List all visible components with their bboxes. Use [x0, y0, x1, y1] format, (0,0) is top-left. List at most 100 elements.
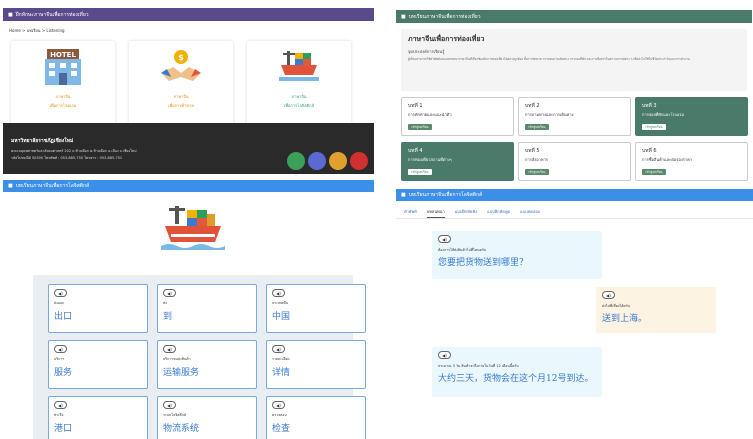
speaker-icon[interactable]: ◀)	[438, 351, 451, 359]
course-subtitle: จุดประสงค์การเรียนรู้	[408, 49, 445, 54]
vocab-card[interactable]: ◀) ตรวจสอบ 检查	[266, 396, 366, 439]
site-header: ■ ฝึกทักษะภาษาจีนเพื่อการท่องเที่ยว	[3, 8, 374, 21]
tab-dialog[interactable]: บทสนทนา	[426, 208, 445, 218]
unit-title: การสั่งอาหาร	[525, 157, 548, 162]
speaker-icon[interactable]: ◀)	[54, 345, 67, 353]
unit-number: บทที่ 4	[408, 148, 423, 154]
dialog-thai: ต้องการให้ส่งสินค้าไปที่ไหนครับ	[438, 248, 486, 252]
enter-lesson-button[interactable]: เข้าสู่บทเรียน	[525, 169, 549, 175]
vocab-thai: รายละเอียด	[272, 357, 290, 361]
enter-lesson-button[interactable]: เข้าสู่บทเรียน	[408, 169, 432, 175]
speaker-icon[interactable]: ◀)	[272, 401, 285, 409]
vocab-chinese: 检查	[272, 424, 291, 434]
unit-card[interactable]: บทที่ 2 การถามทางและการเดินทาง เข้าสู่บท…	[518, 97, 631, 136]
site-title: บทเรียนภาษาจีนเพื่อการโลจิสติกส์	[408, 192, 483, 198]
partner-logo-3	[329, 152, 347, 170]
speaker-icon[interactable]: ◀)	[438, 235, 451, 243]
vocab-card[interactable]: ◀) ระบบโลจิสติกส์ 物流系统	[157, 396, 257, 439]
vocab-card[interactable]: ◀) ท่าเรือ 港口	[48, 396, 148, 439]
vocab-card[interactable]: ◀) บริการขนส่งสินค้า 运输服务	[157, 340, 257, 389]
unit-card[interactable]: บทที่ 5 การสั่งอาหาร เข้าสู่บทเรียน	[518, 142, 631, 181]
speaker-icon[interactable]: ◀)	[163, 401, 176, 409]
card-sublabel: เพื่อการโรงแรม	[49, 103, 77, 108]
hotel-site-panel: ■ ฝึกทักษะภาษาจีนเพื่อการท่องเที่ยว Home…	[3, 8, 374, 174]
cargo-ship-icon	[277, 47, 321, 87]
site-footer: มหาวิทยาลัยราชภัฏเชียงใหม่ คณะมนุษยศาสตร…	[3, 123, 374, 174]
dialog-bubble-left: ◀) ต้องการให้ส่งสินค้าไปที่ไหนครับ 您要把货物…	[432, 231, 602, 279]
partner-logo-1	[287, 152, 305, 170]
vocab-thai: ตรวจสอบ	[272, 413, 287, 417]
vocab-card[interactable]: ◀) บริการ 服务	[48, 340, 148, 389]
tab-speaking[interactable]: แบบฝึกหัดพูด	[487, 208, 510, 218]
speaker-icon[interactable]: ◀)	[54, 401, 67, 409]
dialog-thai: ประมาณ 3 วัน สินค้าจะถึงภายในวันที่ 12 เ…	[438, 364, 519, 368]
vocab-card[interactable]: ◀) ส่งออก 出口	[48, 284, 148, 333]
card-sublabel: เพื่อการค้าขาย	[168, 103, 194, 108]
home-icon: ■	[8, 183, 13, 189]
hotel-icon: HOTEL	[41, 47, 85, 87]
vocab-chinese: 到	[163, 312, 173, 322]
unit-card[interactable]: บทที่ 4 การท่องเที่ยวสถานที่ต่างๆ เข้าสู…	[401, 142, 514, 181]
vocab-card[interactable]: ◀) ประเทศจีน 中国	[266, 284, 366, 333]
tab-quiz[interactable]: แบบทดสอบ	[520, 208, 540, 218]
cargo-ship-icon	[161, 204, 225, 256]
vocab-thai: ระบบโลจิสติกส์	[163, 413, 186, 417]
logistics-vocab-panel: ■ บทเรียนภาษาจีนเพื่อการโลจิสติกส์ ◀) ส่…	[3, 180, 374, 439]
vocab-chinese: 物流系统	[163, 424, 200, 434]
unit-title: การท่องเที่ยวสถานที่ต่างๆ	[408, 157, 452, 162]
course-title: ภาษาจีนเพื่อการท่องเที่ยว	[408, 35, 485, 43]
card-label: ภาษาจีน	[291, 94, 307, 99]
course-description: ผู้เรียนสามารถใช้คำศัพท์และบทสนทนาภาษาจี…	[408, 57, 690, 61]
unit-card[interactable]: บทที่ 6 การซื้อสินค้าและต่อรองราคา เข้าส…	[635, 142, 748, 181]
unit-card[interactable]: บทที่ 3 การจองที่พักและโรงแรม เข้าสู่บทเ…	[635, 97, 748, 136]
enter-lesson-button[interactable]: เข้าสู่บทเรียน	[408, 124, 432, 130]
tourism-lessons-panel: ■ บทเรียนภาษาจีนเพื่อการท่องเที่ยว ภาษาจ…	[396, 10, 752, 183]
site-header: ■ บทเรียนภาษาจีนเพื่อการท่องเที่ยว	[396, 10, 752, 23]
vocab-thai: ส่ง	[163, 301, 167, 305]
dialog-chinese: 送到上海。	[602, 314, 648, 324]
partner-logo-4	[350, 152, 368, 170]
logistics-dialog-panel: ■ บทเรียนภาษาจีนเพื่อการโลจิสติกส์ คำศัพ…	[396, 189, 753, 439]
vocab-thai: ประเทศจีน	[272, 301, 289, 305]
speaker-icon[interactable]: ◀)	[163, 289, 176, 297]
vocab-chinese: 出口	[54, 312, 73, 322]
vocab-thai: ท่าเรือ	[54, 413, 64, 417]
home-icon: ■	[401, 13, 406, 20]
tab-vocabulary[interactable]: คำศัพท์	[404, 208, 417, 218]
site-title: ฝึกทักษะภาษาจีนเพื่อการท่องเที่ยว	[15, 11, 89, 18]
speaker-icon[interactable]: ◀)	[602, 291, 615, 299]
dialog-thai: ส่งไปที่เซี่ยงไฮ้ครับ	[602, 304, 630, 308]
unit-title: การซื้อสินค้าและต่อรองราคา	[642, 157, 693, 162]
card-label: ภาษาจีน	[173, 94, 189, 99]
vocab-card[interactable]: ◀) รายละเอียด 详情	[266, 340, 366, 389]
course-intro: ภาษาจีนเพื่อการท่องเที่ยว จุดประสงค์การเ…	[401, 29, 747, 91]
course-card-logistics[interactable]: ภาษาจีน เพื่อการโลจิสติกส์	[247, 41, 351, 125]
vocab-chinese: 运输服务	[163, 368, 200, 378]
speaker-icon[interactable]: ◀)	[272, 289, 285, 297]
svg-text:HOTEL: HOTEL	[50, 51, 76, 59]
vocab-thai: บริการ	[54, 357, 65, 361]
tab-listening[interactable]: แบบฝึกหัดฟัง	[455, 208, 477, 218]
speaker-icon[interactable]: ◀)	[272, 345, 285, 353]
speaker-icon[interactable]: ◀)	[54, 289, 67, 297]
handshake-icon: $	[159, 47, 203, 87]
vocab-chinese: 详情	[272, 368, 291, 378]
unit-number: บทที่ 3	[642, 103, 657, 109]
breadcrumb[interactable]: Home > บทเรียน > Listening	[3, 21, 374, 35]
unit-card[interactable]: บทที่ 1 การทักทายและแนะนำตัว เข้าสู่บทเร…	[401, 97, 514, 136]
dialog-bubble-left: ◀) ประมาณ 3 วัน สินค้าจะถึงภายในวันที่ 1…	[432, 347, 602, 397]
enter-lesson-button[interactable]: เข้าสู่บทเรียน	[642, 169, 666, 175]
partner-logo-2	[308, 152, 326, 170]
vocab-card[interactable]: ◀) ส่ง 到	[157, 284, 257, 333]
course-card-hotel[interactable]: HOTEL ภาษาจีน เพื่อการโรงแรม	[11, 41, 115, 125]
enter-lesson-button[interactable]: เข้าสู่บทเรียน	[642, 124, 666, 130]
vocab-thai: ส่งออก	[54, 301, 65, 305]
unit-title: การจองที่พักและโรงแรม	[642, 112, 685, 117]
enter-lesson-button[interactable]: เข้าสู่บทเรียน	[525, 124, 549, 130]
vocab-chinese: 中国	[272, 312, 291, 322]
vocab-chinese: 服务	[54, 368, 73, 378]
course-card-trade[interactable]: $ ภาษาจีน เพื่อการค้าขาย	[129, 41, 233, 125]
unit-number: บทที่ 5	[525, 148, 540, 154]
vocab-chinese: 港口	[54, 424, 73, 434]
speaker-icon[interactable]: ◀)	[163, 345, 176, 353]
